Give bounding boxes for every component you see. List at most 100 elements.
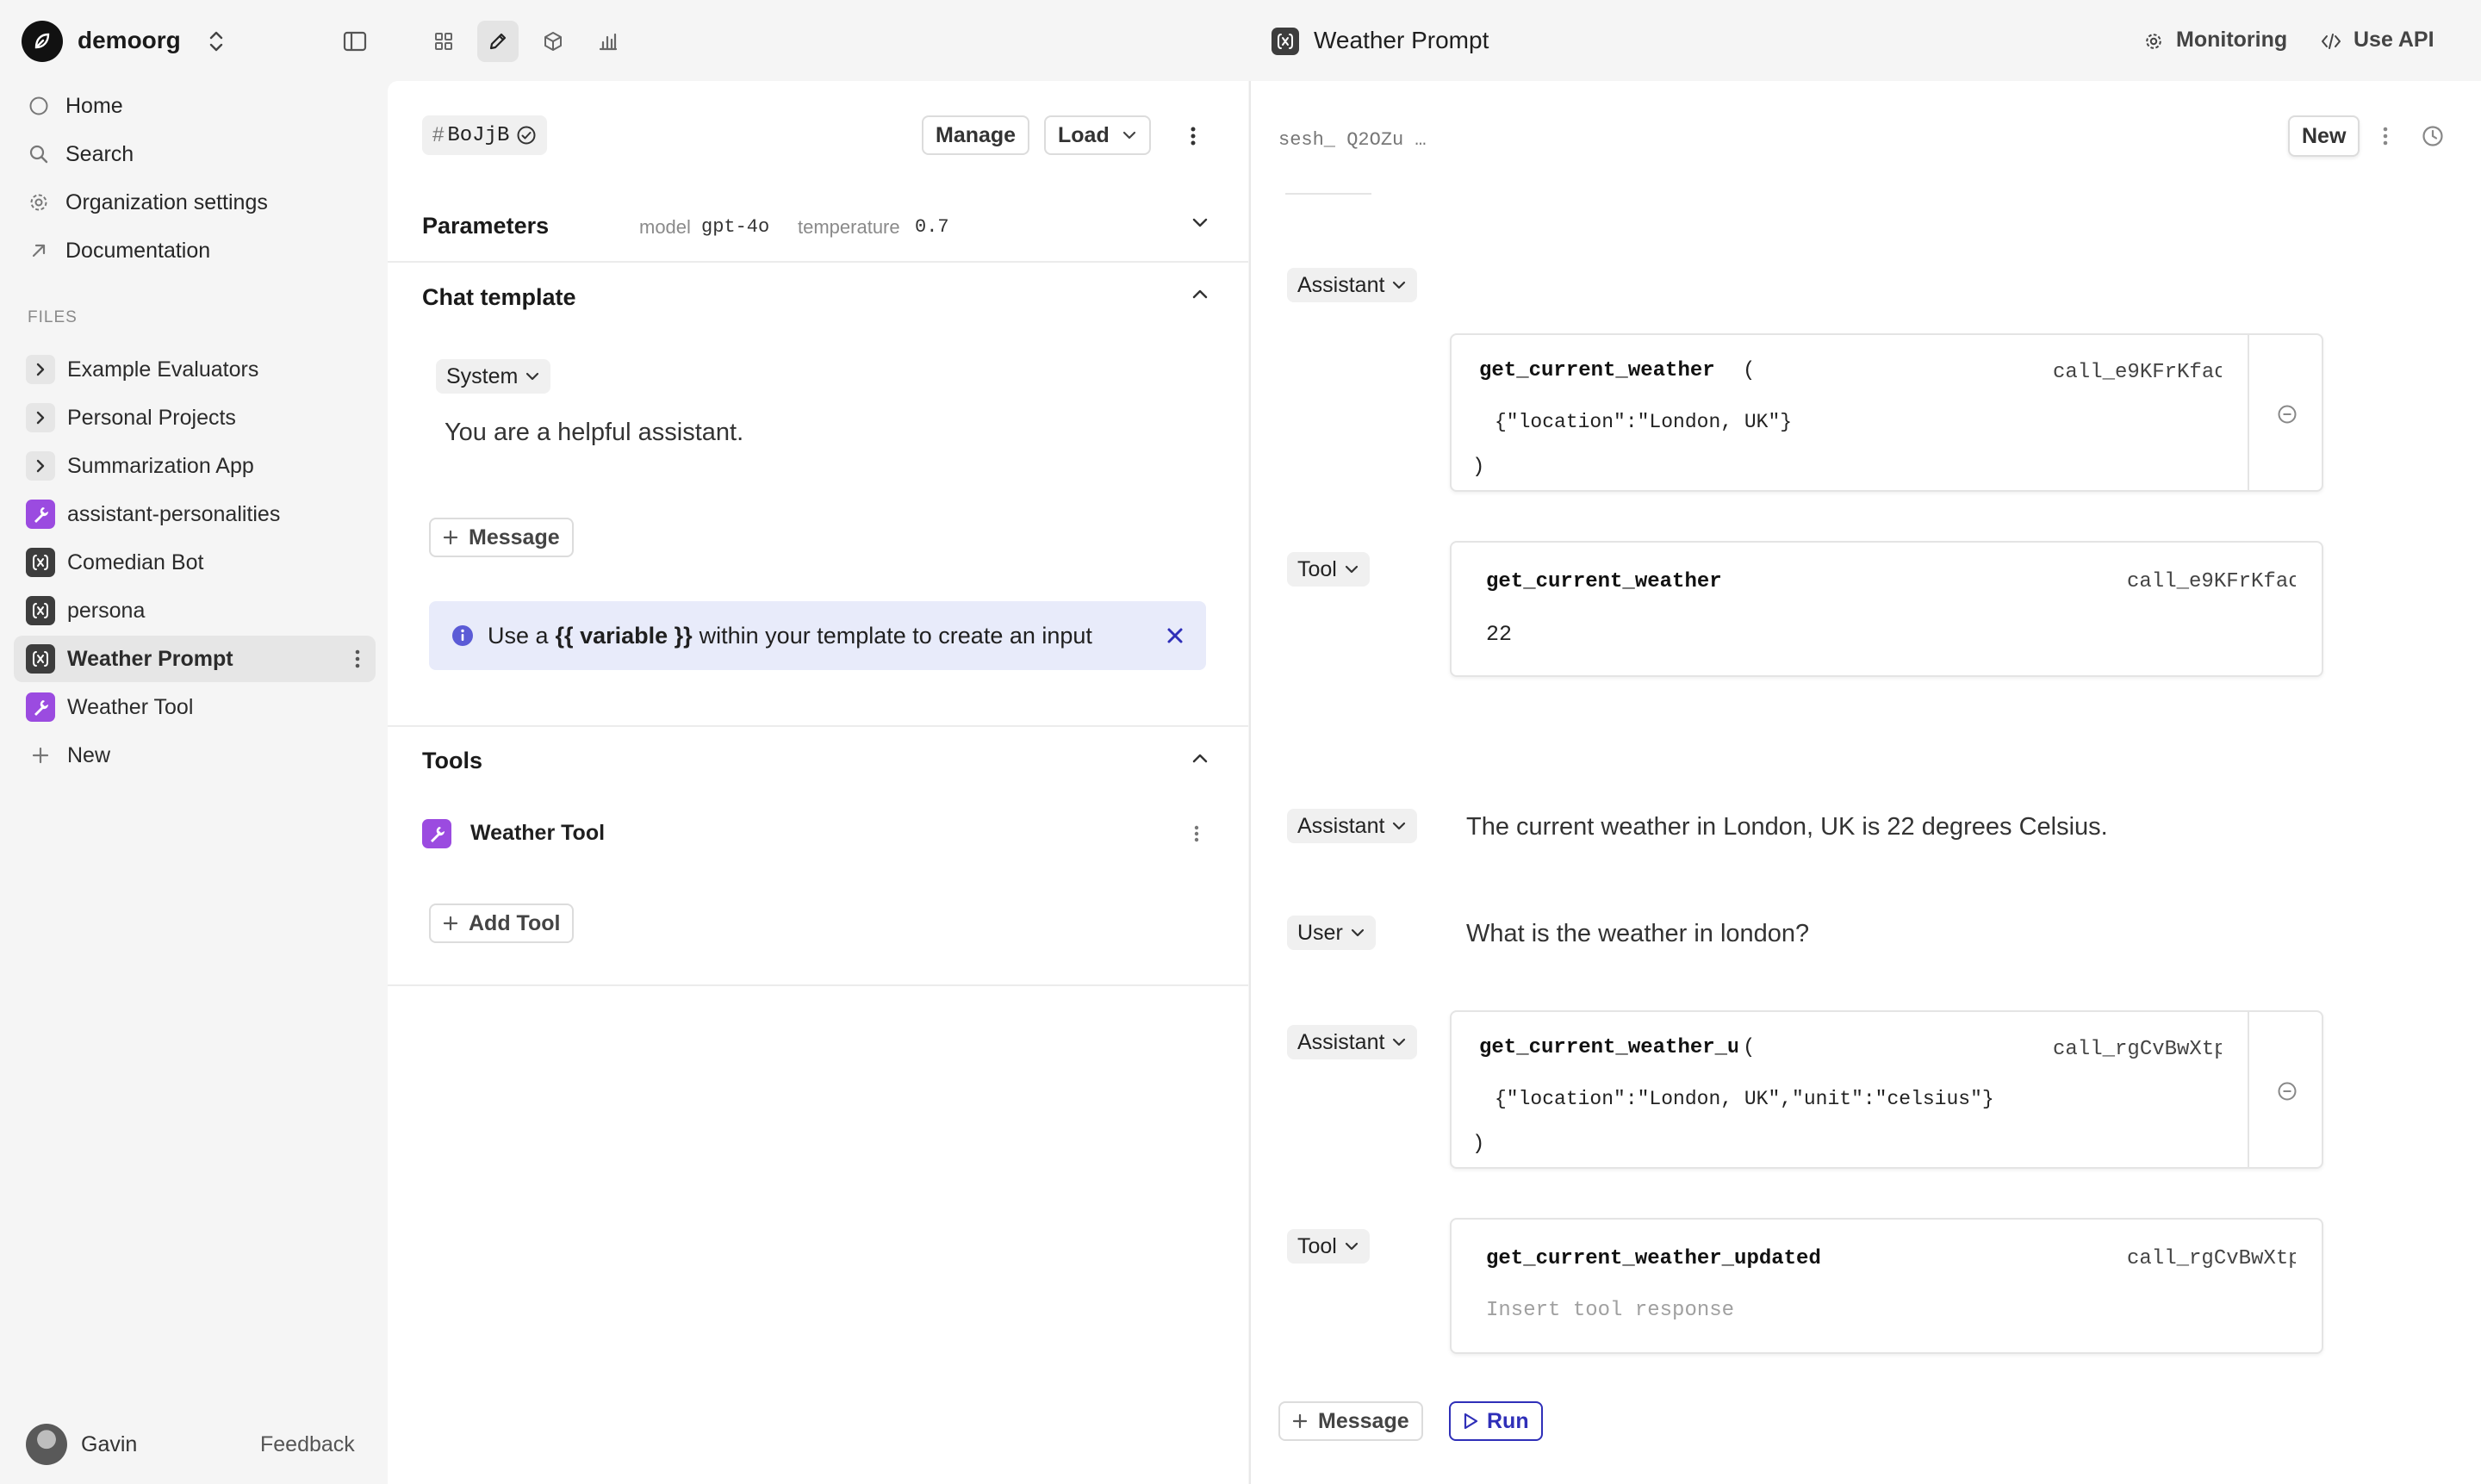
kebab-menu-icon[interactable] bbox=[1184, 820, 1209, 848]
chat-template-title[interactable]: Chat template bbox=[422, 284, 576, 311]
nav-item-home[interactable]: Home bbox=[14, 84, 376, 128]
avatar[interactable] bbox=[26, 1424, 67, 1465]
pencil-icon[interactable] bbox=[477, 21, 519, 62]
file-item-weather-tool[interactable]: Weather Tool bbox=[14, 684, 376, 730]
cube-icon[interactable] bbox=[532, 21, 574, 62]
chevron-down-icon[interactable] bbox=[1187, 210, 1213, 236]
sidebar: demoorg Home Search Organization setting… bbox=[0, 0, 388, 1484]
history-clock-icon[interactable] bbox=[2419, 122, 2447, 150]
tool-call-arguments[interactable]: {"location":"London, UK"} bbox=[1495, 411, 1792, 433]
tool-call-function-name[interactable]: get_current_weather bbox=[1479, 359, 1715, 382]
new-session-button[interactable]: New bbox=[2288, 115, 2360, 157]
tool-item-weather-tool[interactable]: Weather Tool bbox=[470, 821, 605, 846]
manage-button[interactable]: Manage bbox=[922, 115, 1030, 155]
tool-response-call-id: call_e9KFrKfac bbox=[2127, 570, 2296, 593]
assistant-role-selector[interactable]: Assistant bbox=[1287, 809, 1418, 843]
kebab-menu-icon[interactable] bbox=[1180, 122, 1206, 150]
prompt-icon bbox=[26, 548, 55, 577]
plus-icon bbox=[443, 530, 458, 545]
file-label: Weather Tool bbox=[67, 694, 194, 719]
prompt-icon bbox=[26, 596, 55, 625]
user-message-content[interactable]: What is the weather in london? bbox=[1466, 920, 1809, 948]
tool-response-value[interactable]: 22 bbox=[1486, 622, 1512, 647]
file-item-example-evaluators[interactable]: Example Evaluators bbox=[14, 346, 376, 393]
model-value: gpt-4o bbox=[701, 216, 770, 238]
tool-response-input[interactable]: Insert tool response bbox=[1486, 1299, 1734, 1322]
file-item-personal-projects[interactable]: Personal Projects bbox=[14, 394, 376, 441]
version-tag[interactable]: # BoJjB bbox=[422, 115, 548, 155]
add-message-button[interactable]: Message bbox=[429, 518, 574, 557]
tool-call-id: call_e9KFrKfac bbox=[2053, 361, 2222, 384]
load-label: Load bbox=[1058, 122, 1110, 147]
remove-tool-call-button[interactable] bbox=[2248, 1012, 2322, 1167]
file-item-persona[interactable]: persona bbox=[14, 587, 376, 634]
chevron-right-icon[interactable] bbox=[26, 355, 55, 384]
check-circle-icon bbox=[516, 125, 537, 146]
nav-item-organization-settings[interactable]: Organization settings bbox=[14, 180, 376, 225]
tool-call-function-name[interactable]: get_current_weather_u bbox=[1479, 1036, 1738, 1059]
role-label: Assistant bbox=[1297, 1029, 1385, 1054]
new-file-button[interactable]: New bbox=[14, 732, 376, 779]
file-item-comedian-bot[interactable]: Comedian Bot bbox=[14, 539, 376, 586]
tool-call-id: call_rgCvBwXtp bbox=[2053, 1038, 2222, 1061]
file-label: Comedian Bot bbox=[67, 550, 204, 574]
monitoring-gear-icon[interactable] bbox=[2142, 29, 2166, 53]
gear-icon bbox=[26, 189, 52, 215]
remove-tool-call-button[interactable] bbox=[2248, 335, 2322, 490]
chevron-up-icon[interactable] bbox=[1187, 281, 1213, 307]
bar-chart-icon[interactable] bbox=[588, 21, 629, 62]
tool-role-selector[interactable]: Tool bbox=[1287, 1229, 1370, 1264]
chevron-right-icon[interactable] bbox=[26, 451, 55, 481]
session-id[interactable]: sesh_ Q2OZu … bbox=[1278, 129, 1427, 151]
assistant-message-content[interactable]: The current weather in London, UK is 22 … bbox=[1466, 813, 2108, 841]
feedback-link[interactable]: Feedback bbox=[260, 1432, 355, 1457]
add-tool-button[interactable]: Add Tool bbox=[429, 903, 575, 943]
temperature-key: temperature bbox=[798, 216, 900, 238]
wrench-icon bbox=[422, 819, 451, 848]
parameters-title[interactable]: Parameters bbox=[422, 213, 549, 239]
file-item-weather-prompt[interactable]: Weather Prompt bbox=[14, 636, 376, 682]
system-role-selector[interactable]: System bbox=[436, 359, 551, 394]
file-title: Weather Prompt bbox=[1314, 27, 1489, 53]
assistant-role-selector[interactable]: Assistant bbox=[1287, 1025, 1418, 1059]
monitoring-button[interactable]: Monitoring bbox=[2176, 28, 2287, 53]
add-chat-message-button[interactable]: Message bbox=[1278, 1401, 1423, 1441]
user-role-selector[interactable]: User bbox=[1287, 916, 1376, 950]
system-message-content[interactable]: You are a helpful assistant. bbox=[445, 419, 743, 447]
grid-view-icon[interactable] bbox=[423, 21, 464, 62]
chevron-right-icon[interactable] bbox=[26, 403, 55, 432]
run-label: Run bbox=[1487, 1408, 1529, 1433]
tools-title[interactable]: Tools bbox=[422, 748, 482, 774]
add-chat-message-label: Message bbox=[1318, 1408, 1409, 1433]
file-label: Summarization App bbox=[67, 453, 254, 478]
file-item-assistant-personalities[interactable]: assistant-personalities bbox=[14, 491, 376, 537]
kebab-menu-icon[interactable] bbox=[2372, 122, 2398, 150]
chevron-up-icon[interactable] bbox=[1187, 745, 1213, 771]
use-api-button[interactable]: Use API bbox=[2354, 28, 2434, 53]
paren-open: ( bbox=[1743, 1036, 1756, 1059]
assistant-role-selector[interactable]: Assistant bbox=[1287, 268, 1418, 302]
tool-response-function-name: get_current_weather bbox=[1486, 570, 1722, 593]
code-icon[interactable] bbox=[2319, 29, 2343, 53]
run-button[interactable]: Run bbox=[1449, 1401, 1543, 1441]
search-icon bbox=[26, 141, 52, 167]
load-button[interactable]: Load bbox=[1044, 115, 1151, 155]
divider bbox=[1285, 193, 1371, 195]
play-icon bbox=[1463, 1413, 1478, 1430]
close-icon[interactable] bbox=[1163, 624, 1187, 648]
user-name[interactable]: Gavin bbox=[81, 1432, 137, 1457]
file-item-summarization-app[interactable]: Summarization App bbox=[14, 443, 376, 489]
hint-variable: {{ variable }} bbox=[555, 622, 693, 649]
chevron-down-icon bbox=[525, 371, 540, 382]
nav-item-documentation[interactable]: Documentation bbox=[14, 228, 376, 273]
tool-response-card: get_current_weather_updated call_rgCvBwX… bbox=[1450, 1218, 2323, 1354]
chevron-down-icon bbox=[1350, 928, 1365, 938]
tool-role-selector[interactable]: Tool bbox=[1287, 552, 1370, 587]
tool-call-arguments[interactable]: {"location":"London, UK","unit":"celsius… bbox=[1495, 1088, 1994, 1110]
chat-panel: sesh_ Q2OZu … New Assistant get_current_… bbox=[1249, 81, 2481, 1484]
nav-item-search[interactable]: Search bbox=[14, 132, 376, 177]
tool-call-card: get_current_weather_u ( call_rgCvBwXtp {… bbox=[1450, 1010, 2323, 1169]
role-label: Tool bbox=[1297, 1233, 1337, 1258]
divider bbox=[388, 984, 1248, 986]
kebab-menu-icon[interactable] bbox=[345, 645, 370, 673]
